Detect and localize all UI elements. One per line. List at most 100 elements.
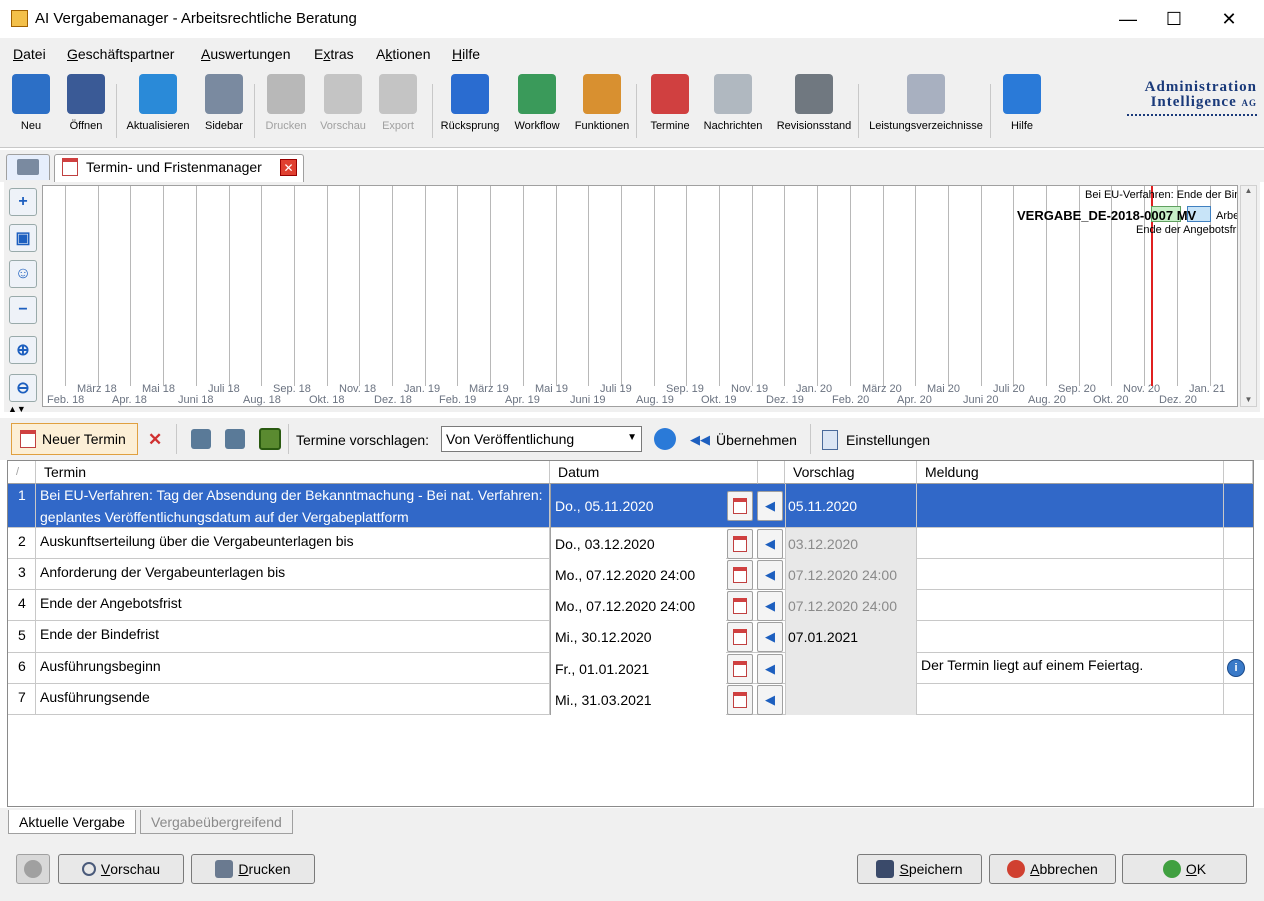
cell-termin[interactable]: Anforderung der Vergabeunterlagen bis	[36, 559, 550, 590]
menu-hilfe[interactable]: Hilfe	[452, 46, 480, 62]
tick-label-upper: Nov. 18	[339, 383, 377, 395]
new-termin-button[interactable]: Neuer Termin	[11, 423, 138, 455]
toolbar-rücksprung-button[interactable]: Rücksprung	[440, 74, 500, 144]
calendar-picker-button[interactable]	[727, 622, 753, 652]
cancel-button[interactable]: Abbrechen	[989, 854, 1116, 884]
cell-datum[interactable]: Mi., 30.12.2020	[550, 621, 726, 653]
cell-termin[interactable]: Auskunftserteilung über die Vergabeunter…	[36, 528, 550, 559]
grid-line	[294, 186, 295, 386]
zoom-in-button[interactable]: ⊕	[9, 336, 37, 364]
cell-datum[interactable]: Mo., 07.12.2020 24:00	[550, 590, 726, 621]
calendar-picker-button[interactable]	[727, 590, 753, 621]
menu-bar	[0, 38, 1264, 70]
menu-auswertungen[interactable]: Auswertungen	[201, 46, 291, 62]
toolbar-öffnen-button[interactable]: Öffnen	[62, 74, 110, 144]
apply-suggestion-button[interactable]: ◀	[757, 622, 783, 652]
cell-datum[interactable]: Do., 03.12.2020	[550, 528, 726, 559]
zoom-out-button[interactable]: ⊖	[9, 374, 37, 402]
cell-datum[interactable]: Do., 05.11.2020	[550, 484, 726, 528]
header-termin[interactable]: Termin	[36, 461, 550, 484]
cell-termin[interactable]: Ende der Bindefrist	[36, 621, 550, 653]
toolbar-neu-button[interactable]: Neu	[12, 74, 50, 144]
menu-aktionen[interactable]: Aktionen	[376, 46, 431, 62]
toolbar-aktualisieren-button[interactable]: Aktualisieren	[122, 74, 194, 144]
tick-label-lower: Okt. 20	[1093, 394, 1129, 406]
close-button[interactable]: ✕	[1206, 0, 1252, 38]
cell-termin[interactable]: Ausführungsende	[36, 684, 550, 715]
tab-printer[interactable]	[6, 154, 50, 180]
maximize-button[interactable]: ☐	[1151, 0, 1197, 38]
cell-meldung	[917, 484, 1224, 528]
apply-button[interactable]: ◀◀ Übernehmen	[690, 428, 797, 452]
import-icon[interactable]	[191, 429, 211, 449]
clock-icon[interactable]	[259, 428, 281, 450]
timeline-chart[interactable]: März 18 Mai 18 Juli 18 Sep. 18 Nov. 18 Jan. 1…	[42, 185, 1238, 407]
toolbar-drucken-button[interactable]: Drucken	[262, 74, 310, 144]
user-add-button[interactable]: ☺	[9, 260, 37, 288]
ok-button[interactable]: OK	[1122, 854, 1247, 884]
toolbar-leistungsverzeichnisse-button[interactable]: Leistungsverzeichnisse	[868, 74, 984, 144]
toolbar-hilfe-button[interactable]: Hilfe	[1000, 74, 1044, 144]
calendar-picker-button[interactable]	[727, 491, 753, 521]
tick-label-lower: Okt. 19	[701, 394, 737, 406]
calendar-picker-button[interactable]	[727, 684, 753, 715]
toolbar-nachrichten-button[interactable]: Nachrichten	[702, 74, 764, 144]
suggest-label: Termine vorschlagen:	[296, 432, 430, 448]
minus-button[interactable]: −	[9, 296, 37, 324]
header-rownum: /	[8, 461, 36, 484]
grid-line	[196, 186, 197, 386]
info-icon[interactable]: i	[1227, 659, 1245, 677]
menu-datei[interactable]: Datei	[13, 46, 46, 62]
apply-suggestion-button[interactable]: ◀	[757, 684, 783, 715]
chevron-down-icon: ▼	[627, 432, 637, 443]
minimize-button[interactable]: —	[1105, 0, 1151, 38]
toolbar-export-button[interactable]: Export	[376, 74, 420, 144]
toolbar-termine-button[interactable]: Termine	[644, 74, 696, 144]
delete-button[interactable]: ✕	[148, 428, 162, 452]
folder-add-button[interactable]: ▣	[9, 224, 37, 252]
cell-termin[interactable]: Ende der Angebotsfrist	[36, 590, 550, 621]
apply-suggestion-button[interactable]: ◀	[757, 590, 783, 621]
timeline-annotation: Arbe	[1216, 210, 1238, 222]
save-button[interactable]: Speichern	[857, 854, 982, 884]
export-icon[interactable]	[225, 429, 245, 449]
cell-datum[interactable]: Mi., 31.03.2021	[550, 684, 726, 715]
cell-datum[interactable]: Mo., 07.12.2020 24:00	[550, 559, 726, 590]
help-button[interactable]	[16, 854, 50, 884]
toolbar-workflow-button[interactable]: Workflow	[510, 74, 564, 144]
preview-button[interactable]: Vorschau	[58, 854, 184, 884]
apply-suggestion-button[interactable]: ◀	[757, 653, 783, 684]
apply-suggestion-button[interactable]: ◀	[757, 491, 783, 521]
timeline-scrollbar[interactable]: ▲ ▼	[1240, 185, 1257, 407]
toolbar-sidebar-button[interactable]: Sidebar	[200, 74, 248, 144]
cell-vorschlag	[785, 653, 917, 684]
calendar-icon	[733, 535, 747, 552]
calendar-picker-button[interactable]	[727, 559, 753, 590]
apply-suggestion-button[interactable]: ◀	[757, 528, 783, 559]
suggest-select[interactable]: Von Veröffentlichung ▼	[441, 426, 642, 452]
toolbar-vorschau-button[interactable]: Vorschau	[318, 74, 368, 144]
tab-vergabeuebergreifend[interactable]: Vergabeübergreifend	[140, 810, 293, 834]
collapse-handle[interactable]: ▲▼	[8, 404, 26, 414]
refresh-icon[interactable]	[654, 428, 676, 450]
menu-extras[interactable]: Extras	[314, 46, 354, 62]
grid-line	[130, 186, 131, 386]
calendar-picker-button[interactable]	[727, 653, 753, 684]
tab-aktuelle-vergabe[interactable]: Aktuelle Vergabe	[8, 810, 136, 834]
cell-termin[interactable]: Ausführungsbeginn	[36, 653, 550, 684]
print-button[interactable]: Drucken	[191, 854, 315, 884]
header-datum[interactable]: Datum	[550, 461, 758, 484]
toolbar-revisionsstand-button[interactable]: Revisionsstand	[774, 74, 854, 144]
plus-button[interactable]: +	[9, 188, 37, 216]
menu-geschäftspartner[interactable]: Geschäftspartner	[67, 46, 174, 62]
header-info	[1224, 461, 1253, 484]
cell-datum[interactable]: Fr., 01.01.2021	[550, 653, 726, 684]
calendar-picker-button[interactable]	[727, 528, 753, 559]
apply-suggestion-button[interactable]: ◀	[757, 559, 783, 590]
header-vorschlag[interactable]: Vorschlag	[785, 461, 917, 484]
toolbar-funktionen-button[interactable]: Funktionen	[570, 74, 634, 144]
cell-termin[interactable]: Bei EU-Verfahren: Tag der Absendung der …	[36, 484, 550, 528]
settings-button[interactable]: Einstellungen	[822, 428, 930, 452]
header-meldung[interactable]: Meldung	[917, 461, 1224, 484]
tab-close-button[interactable]: ✕	[280, 159, 297, 176]
